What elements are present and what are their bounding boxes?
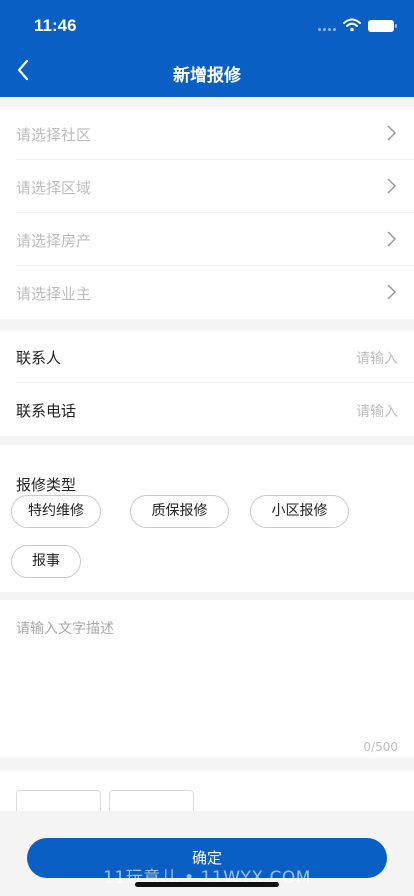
repair-type-option[interactable]: 小区报修 xyxy=(250,495,349,528)
description-section[interactable]: 请输入文字描述 0/500 xyxy=(0,600,414,758)
wifi-icon xyxy=(343,18,361,32)
description-textarea[interactable]: 请输入文字描述 xyxy=(16,618,114,638)
select-community[interactable]: 请选择社区 xyxy=(16,107,414,160)
photo-section xyxy=(0,770,414,835)
contact-phone-input[interactable]: 请输入 xyxy=(356,401,398,421)
chevron-right-icon xyxy=(387,125,397,141)
footer: 确定 11玩意儿 • 11WYX.COM xyxy=(0,811,414,896)
home-indicator xyxy=(135,882,279,887)
status-time: 11:46 xyxy=(34,16,77,35)
repair-type-title: 报修类型 xyxy=(16,476,77,494)
contact-name-input[interactable]: 请输入 xyxy=(356,348,398,368)
battery-icon xyxy=(368,20,397,32)
repair-type-option[interactable]: 质保报修 xyxy=(130,495,229,528)
signal-icon xyxy=(318,28,336,31)
select-property-label: 请选择房产 xyxy=(16,232,92,250)
repair-type-option[interactable]: 特约维修 xyxy=(11,495,101,528)
contact-section: 联系人 请输入 联系电话 请输入 xyxy=(0,330,414,436)
header-bar: 11:46 新增报修 xyxy=(0,0,414,97)
repair-type-section: 报修类型 特约维修 质保报修 小区报修 报事 xyxy=(0,445,414,592)
contact-name-label: 联系人 xyxy=(16,349,62,367)
repair-type-option[interactable]: 报事 xyxy=(11,545,81,578)
location-selectors: 请选择社区 请选择区域 请选择房产 请选择业主 xyxy=(0,107,414,319)
select-owner[interactable]: 请选择业主 xyxy=(16,266,414,319)
contact-name-field[interactable]: 联系人 请输入 xyxy=(16,330,414,383)
select-area-label: 请选择区域 xyxy=(16,179,92,197)
page-title: 新增报修 xyxy=(173,66,241,86)
chevron-right-icon xyxy=(387,231,397,247)
select-area[interactable]: 请选择区域 xyxy=(16,160,414,213)
select-property[interactable]: 请选择房产 xyxy=(16,213,414,266)
chevron-right-icon xyxy=(387,178,397,194)
contact-phone-label: 联系电话 xyxy=(16,402,77,420)
select-owner-label: 请选择业主 xyxy=(16,285,92,303)
chevron-right-icon xyxy=(387,284,397,300)
char-counter: 0/500 xyxy=(363,740,398,754)
select-community-label: 请选择社区 xyxy=(16,126,92,144)
contact-phone-field[interactable]: 联系电话 请输入 xyxy=(16,383,414,436)
